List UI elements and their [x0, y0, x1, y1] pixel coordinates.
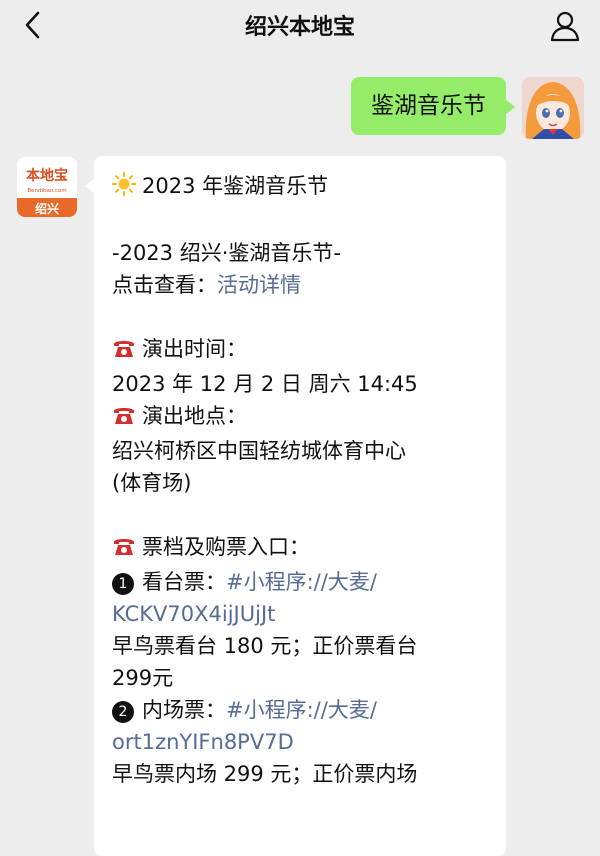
ticket1-line: 1 看台票：#小程序://大麦/	[112, 566, 488, 598]
svg-text:Bendibao.com: Bendibao.com	[27, 188, 66, 194]
telephone-icon	[112, 534, 136, 566]
incoming-message-bubble[interactable]: 2023 年鉴湖音乐节 -2023 绍兴·鉴湖音乐节- 点击查看：活动详情 演出…	[85, 156, 506, 856]
place-label-line: 演出地点：	[112, 400, 488, 435]
telephone-icon	[112, 336, 136, 368]
svg-text:本地宝: 本地宝	[26, 167, 68, 184]
outgoing-message-bubble[interactable]: 鉴湖音乐节	[351, 77, 515, 135]
view-prefix: 点击查看：	[112, 273, 217, 297]
number-2-badge: 2	[112, 701, 134, 723]
bendibao-logo-icon: 本地宝 Bendibao.com 绍兴	[17, 157, 77, 217]
back-button[interactable]	[18, 10, 48, 40]
outgoing-message-row: 鉴湖音乐节	[351, 77, 584, 139]
ticket1-price-line-1: 早鸟票看台 180 元；正价票看台	[112, 634, 418, 658]
sun-icon	[112, 172, 136, 205]
ticket1-miniprogram-link[interactable]: #小程序://大麦/	[226, 570, 377, 594]
event-details-link[interactable]: 活动详情	[217, 273, 301, 297]
place-value-line-2: (体育场)	[112, 471, 192, 495]
anime-girl-avatar-icon	[522, 77, 584, 139]
event-title: 2023 年鉴湖音乐节	[142, 174, 329, 198]
ticket2-label: 内场票：	[142, 698, 226, 722]
ticket1-price-line-2: 299元	[112, 666, 174, 690]
ticket2-line: 2 内场票：#小程序://大麦/	[112, 694, 488, 726]
time-label: 演出时间：	[142, 337, 247, 361]
ticket-label-line: 票档及购票入口：	[112, 531, 488, 566]
person-icon	[550, 11, 580, 42]
ticket2-miniprogram-link-cont[interactable]: ort1znYIFn8PV7D	[112, 726, 488, 758]
number-1-badge: 1	[112, 573, 134, 595]
time-label-line: 演出时间：	[112, 333, 488, 368]
sender-avatar[interactable]: 本地宝 Bendibao.com 绍兴	[17, 157, 77, 217]
ticket2-price-line-1: 早鸟票内场 299 元；正价票内场	[112, 762, 418, 786]
view-details-line: 点击查看：活动详情	[112, 269, 488, 301]
message-title-line: 2023 年鉴湖音乐节	[112, 170, 488, 205]
profile-button[interactable]	[548, 9, 582, 43]
outgoing-message-text: 鉴湖音乐节	[371, 93, 486, 119]
ticket-label: 票档及购票入口：	[142, 535, 310, 559]
top-bar: 绍兴本地宝	[0, 0, 600, 50]
svg-text:绍兴: 绍兴	[35, 201, 59, 216]
time-value: 2023 年 12 月 2 日 周六 14:45	[112, 372, 418, 396]
place-value-line-1: 绍兴柯桥区中国轻纺城体育中心	[112, 439, 406, 463]
ticket2-miniprogram-link[interactable]: #小程序://大麦/	[226, 698, 377, 722]
chat-title: 绍兴本地宝	[244, 15, 355, 40]
ticket1-label: 看台票：	[142, 570, 226, 594]
place-label: 演出地点：	[142, 404, 247, 428]
my-avatar[interactable]	[522, 77, 584, 139]
ticket1-miniprogram-link-cont[interactable]: KCKV70X4ijJUjJt	[112, 598, 488, 630]
event-subtitle: -2023 绍兴·鉴湖音乐节-	[112, 241, 341, 265]
telephone-icon	[112, 403, 136, 435]
chevron-left-icon	[25, 11, 40, 39]
